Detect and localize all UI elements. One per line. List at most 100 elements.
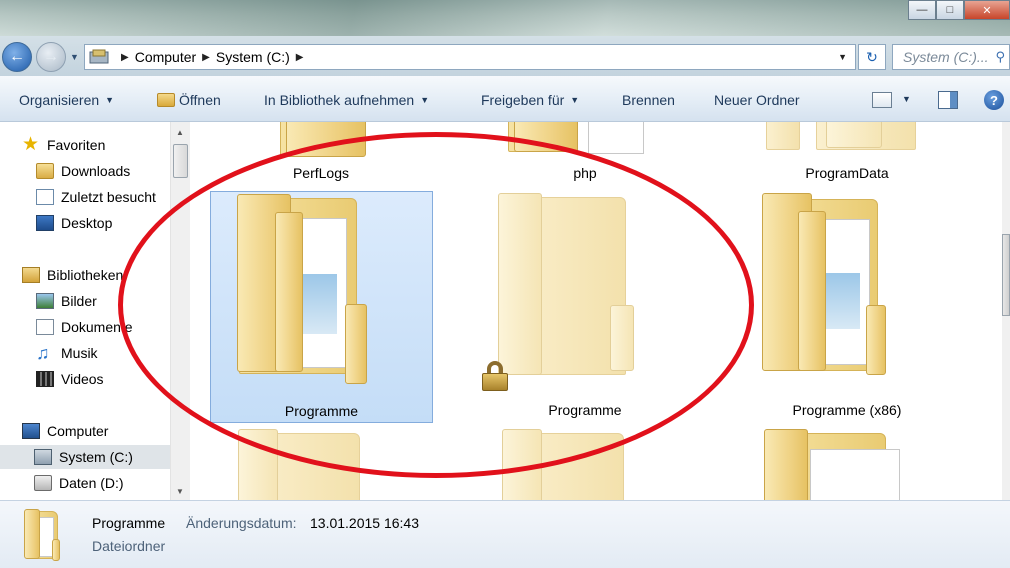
address-bar[interactable]: ▶ Computer ▶ System (C:) ▶ ▼ [84,44,856,70]
burn-button[interactable]: Brennen [622,92,675,108]
include-library-label: In Bibliothek aufnehmen [264,92,415,108]
organize-button[interactable]: Organisieren ▼ [19,92,114,108]
star-icon: ★ [22,134,40,155]
folder-tile[interactable]: php [494,122,676,192]
minimize-button[interactable]: — [908,0,936,20]
navigation-scrollbar[interactable]: ▲ ▼ [170,122,190,500]
nav-label: Musik [61,345,98,361]
nav-label: Videos [61,371,104,387]
nav-label: Zuletzt besucht [61,189,156,205]
nav-label: Downloads [61,163,131,179]
nav-label: System (C:) [59,449,133,465]
folder-icon [500,429,630,500]
nav-favorites[interactable]: ★ Favoriten [22,133,105,157]
include-in-library-button[interactable]: In Bibliothek aufnehmen ▼ [264,92,429,108]
folder-name: ProgramData [805,165,889,181]
maximize-button[interactable]: □ [936,0,964,20]
folder-tile[interactable]: Programme (x86) [736,191,958,423]
share-with-button[interactable]: Freigeben für ▼ [481,92,579,108]
nav-label: Desktop [61,215,113,231]
scrollbar-thumb[interactable] [173,144,188,178]
help-icon[interactable]: ? [984,90,1004,110]
folder-tile-locked[interactable]: Programme [474,191,696,423]
nav-item-data-d[interactable]: Daten (D:) [34,471,124,495]
folder-name: Programme (x86) [792,402,902,418]
recent-pages-dropdown-icon[interactable]: ▼ [70,52,79,62]
folder-tile[interactable] [756,427,938,500]
command-bar: Organisieren ▼ Öffnen In Bibliothek aufne… [0,76,1010,122]
preview-pane-icon[interactable] [938,91,958,109]
new-folder-button[interactable]: Neuer Ordner [714,92,800,108]
breadcrumb-system-c[interactable]: System (C:) [216,49,290,65]
nav-computer[interactable]: Computer [22,419,108,443]
address-dropdown-icon[interactable]: ▼ [838,52,847,62]
folder-icon [760,193,890,393]
libraries-icon [22,267,40,283]
folder-tile[interactable]: PerfLogs [230,122,412,192]
desktop-icon [36,215,54,231]
folder-tile[interactable]: ProgramData [756,122,938,192]
share-label: Freigeben für [481,92,565,108]
breadcrumb-computer[interactable]: Computer [135,49,196,65]
folder-icon [236,429,366,500]
forward-button[interactable]: → [36,42,66,72]
details-name: Programme [92,515,166,531]
scroll-up-arrow-icon[interactable]: ▲ [176,128,184,137]
search-placeholder: System (C:)... [903,49,989,65]
organize-label: Organisieren [19,92,100,108]
search-icon[interactable]: ⚲ [995,49,1005,65]
documents-icon [36,319,54,335]
details-pane: Programme Änderungsdatum: 13.01.2015 16:… [0,500,1010,568]
folder-icon [762,429,912,500]
nav-item-videos[interactable]: Videos [36,367,104,391]
folder-icon [508,122,648,154]
hard-drive-icon [34,475,52,491]
search-input[interactable]: System (C:)... ⚲ [892,44,1010,70]
nav-item-recent[interactable]: Zuletzt besucht [36,185,156,209]
chevron-down-icon: ▼ [570,95,580,105]
open-folder-icon [157,93,175,107]
music-note-icon: ♫ [36,343,50,363]
nav-item-documents[interactable]: Dokumente [36,315,133,339]
breadcrumb-separator-icon[interactable]: ▶ [296,52,304,63]
folder-icon [494,193,644,393]
folder-tile-selected[interactable]: Programme [210,191,433,423]
folder-tile[interactable] [230,427,412,500]
scroll-down-arrow-icon[interactable]: ▼ [176,487,184,496]
folder-icon [235,194,375,394]
refresh-button[interactable]: ↻ [858,44,886,70]
details-type: Dateiordner [92,538,166,554]
title-bar-background [0,0,1010,36]
nav-label: Favoriten [47,137,106,153]
window-controls: — □ ✕ [908,0,1010,20]
details-date-label: Änderungsdatum: [186,515,297,531]
scrollbar-thumb[interactable] [1002,234,1010,316]
nav-item-pictures[interactable]: Bilder [36,289,97,313]
file-list: PerfLogs php ProgramData Programme Progr… [190,122,1002,500]
open-button[interactable]: Öffnen [157,92,221,108]
change-view-icon[interactable] [872,92,892,108]
open-label: Öffnen [179,92,221,108]
breadcrumb-separator-icon[interactable]: ▶ [202,52,210,63]
folder-name: PerfLogs [292,165,350,181]
nav-label: Bibliotheken [47,267,124,283]
close-button[interactable]: ✕ [964,0,1010,20]
nav-libraries[interactable]: Bibliotheken [22,263,123,287]
nav-item-downloads[interactable]: Downloads [36,159,130,183]
content-scrollbar[interactable] [1002,122,1010,500]
computer-icon [89,49,111,65]
lock-icon [482,361,508,391]
system-drive-icon [34,449,52,465]
folder-tile[interactable] [494,427,676,500]
back-button[interactable]: ← [2,42,32,72]
nav-item-music[interactable]: ♫ Musik [36,341,98,365]
nav-item-desktop[interactable]: Desktop [36,211,112,235]
breadcrumb-separator-icon[interactable]: ▶ [121,52,129,63]
nav-label: Computer [47,423,109,439]
nav-label: Dokumente [61,319,133,335]
view-options-dropdown-icon[interactable]: ▼ [902,94,911,104]
folder-icon [766,122,916,152]
folder-name: Programme [284,403,359,419]
folder-name: php [573,165,597,181]
nav-item-system-c[interactable]: System (C:) [0,445,170,469]
